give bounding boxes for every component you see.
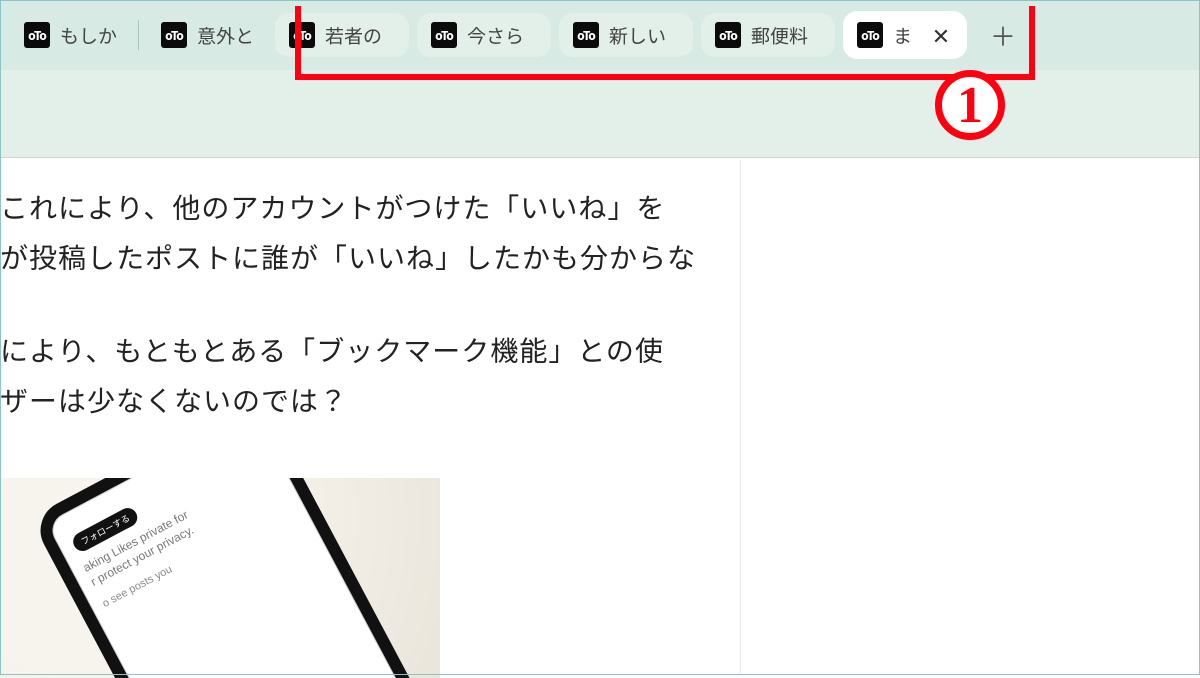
tab-group-item-1[interactable]: oTo 若者の	[275, 13, 409, 57]
tab-pinned-1[interactable]: oTo もしかし	[10, 13, 130, 57]
tab-separator	[138, 20, 139, 50]
browser-toolbar	[0, 70, 1200, 158]
article-line: ザーは少なくないのでは？	[0, 380, 348, 420]
new-tab-button[interactable]: ＋	[983, 15, 1023, 55]
tab-group-item-2[interactable]: oTo 今さら	[417, 13, 551, 57]
close-icon[interactable]: ✕	[929, 23, 953, 47]
article-line: により、もともとある「ブックマーク機能」との使	[0, 330, 664, 370]
oto-favicon: oTo	[24, 22, 50, 48]
oto-favicon: oTo	[161, 22, 187, 48]
tab-label: 郵便料	[751, 22, 821, 49]
article-line: が投稿したポストに誰が「いいね」したかも分からな	[0, 237, 696, 277]
tab-label: 意外と	[197, 22, 253, 49]
phone-screen-text: aking Likes private for r protect your p…	[54, 478, 305, 618]
tab-label: 今さら	[467, 22, 537, 49]
oto-favicon: oTo	[289, 22, 315, 48]
tab-label: もしかし	[60, 22, 116, 49]
sidebar-placeholder	[740, 160, 1200, 675]
oto-favicon: oTo	[431, 22, 457, 48]
tab-label: ま	[893, 22, 919, 49]
tab-bar: oTo もしかし oTo 意外と oTo 若者の oTo 今さら oTo 新しい…	[0, 0, 1200, 70]
oto-favicon: oTo	[857, 22, 883, 48]
tab-label: 新しい	[609, 22, 679, 49]
article-image: 📶 🔋 フォローする aking Likes private for r pro…	[0, 478, 440, 678]
article-line: これにより、他のアカウントがつけた「いいね」を	[0, 187, 665, 227]
tab-label: 若者の	[325, 22, 395, 49]
tab-group-item-4[interactable]: oTo 郵便料	[701, 13, 835, 57]
tab-group-item-3[interactable]: oTo 新しい	[559, 13, 693, 57]
tab-pinned-2[interactable]: oTo 意外と	[147, 13, 267, 57]
oto-favicon: oTo	[573, 22, 599, 48]
tab-active[interactable]: oTo ま ✕	[843, 11, 967, 59]
oto-favicon: oTo	[715, 22, 741, 48]
